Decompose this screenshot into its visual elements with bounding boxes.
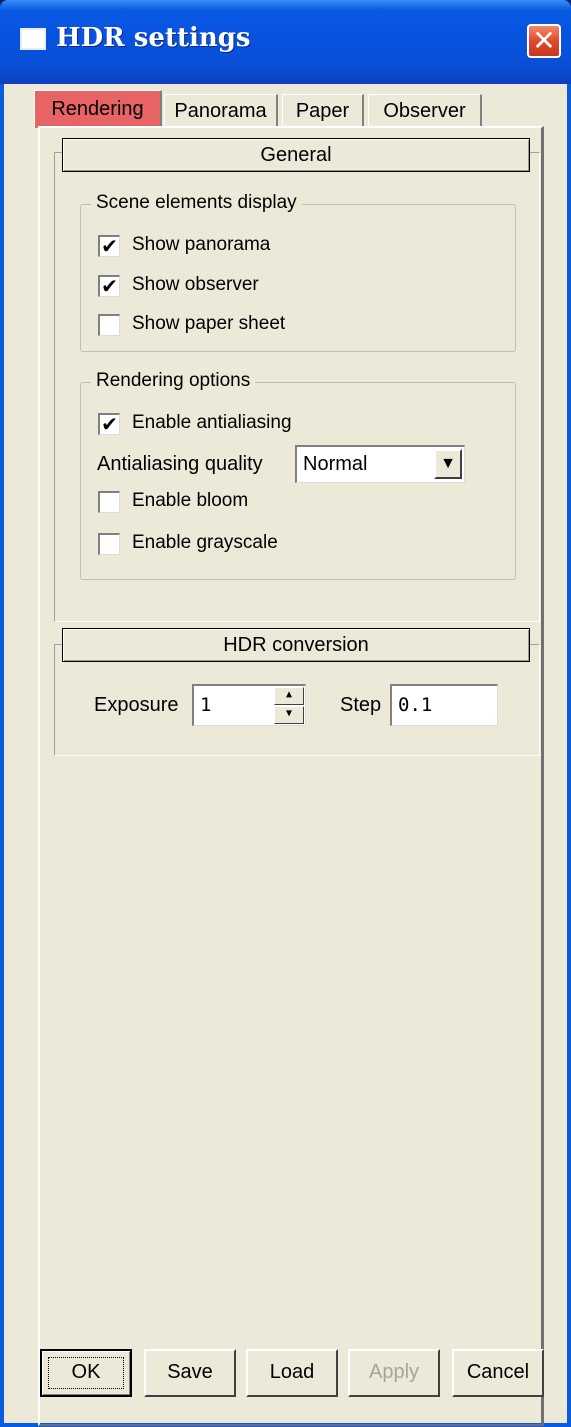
show-paper-sheet-label: Show paper sheet (132, 313, 286, 334)
show-paper-sheet-checkbox[interactable] (98, 314, 120, 336)
dropdown-arrow-icon[interactable]: ▼ (434, 449, 462, 479)
apply-button[interactable]: Apply (348, 1349, 440, 1397)
scene-elements-group: Scene elements display ✔ Show panorama ✔… (80, 192, 516, 352)
spin-down-icon[interactable]: ▼ (274, 706, 304, 724)
antialiasing-quality-label: Antialiasing quality (97, 453, 263, 475)
antialiasing-quality-value: Normal (303, 453, 368, 475)
save-button[interactable]: Save (144, 1349, 236, 1397)
spin-up-icon[interactable]: ▲ (274, 687, 304, 705)
hdr-settings-window: HDR settings ✕ Rendering Panorama Paper … (0, 0, 571, 1427)
load-button[interactable]: Load (246, 1349, 338, 1397)
antialiasing-quality-select[interactable]: Normal ▼ (295, 445, 465, 483)
enable-grayscale-label: Enable grayscale (132, 532, 278, 553)
enable-antialiasing-checkbox[interactable]: ✔ (98, 413, 120, 435)
general-header[interactable]: General (62, 138, 530, 172)
scene-elements-legend: Scene elements display (91, 192, 302, 214)
step-input[interactable]: 0.1 (390, 684, 498, 726)
show-observer-label: Show observer (132, 274, 259, 295)
exposure-spinbox[interactable]: 1 ▲ ▼ (192, 684, 306, 726)
step-value: 0.1 (398, 694, 433, 716)
hdr-conversion-header[interactable]: HDR conversion (62, 628, 530, 662)
tab-panorama[interactable]: Panorama (164, 94, 278, 128)
show-panorama-label: Show panorama (132, 234, 271, 255)
tab-paper[interactable]: Paper (282, 94, 364, 128)
enable-grayscale-checkbox[interactable] (98, 533, 120, 555)
enable-bloom-label: Enable bloom (132, 490, 249, 511)
dialog-content: Rendering Panorama Paper Observer Genera… (4, 84, 567, 1427)
enable-bloom-checkbox[interactable] (98, 491, 120, 513)
window-title: HDR settings (56, 23, 251, 53)
title-bar[interactable]: HDR settings ✕ (0, 0, 571, 84)
focus-rect (48, 1357, 124, 1389)
tab-rendering[interactable]: Rendering (34, 90, 162, 128)
close-button[interactable]: ✕ (527, 24, 561, 58)
exposure-label: Exposure (94, 694, 179, 716)
show-panorama-checkbox[interactable]: ✔ (98, 235, 120, 257)
window-icon (20, 28, 46, 50)
tab-observer[interactable]: Observer (368, 94, 482, 128)
show-observer-checkbox[interactable]: ✔ (98, 275, 120, 297)
cancel-button[interactable]: Cancel (452, 1349, 544, 1397)
step-label: Step (340, 694, 382, 716)
enable-antialiasing-label: Enable antialiasing (132, 412, 292, 433)
rendering-options-group: Rendering options ✔ Enable antialiasing … (80, 370, 516, 580)
ok-button[interactable]: OK (40, 1349, 132, 1397)
rendering-options-legend: Rendering options (91, 370, 256, 392)
exposure-value: 1 (200, 694, 212, 716)
